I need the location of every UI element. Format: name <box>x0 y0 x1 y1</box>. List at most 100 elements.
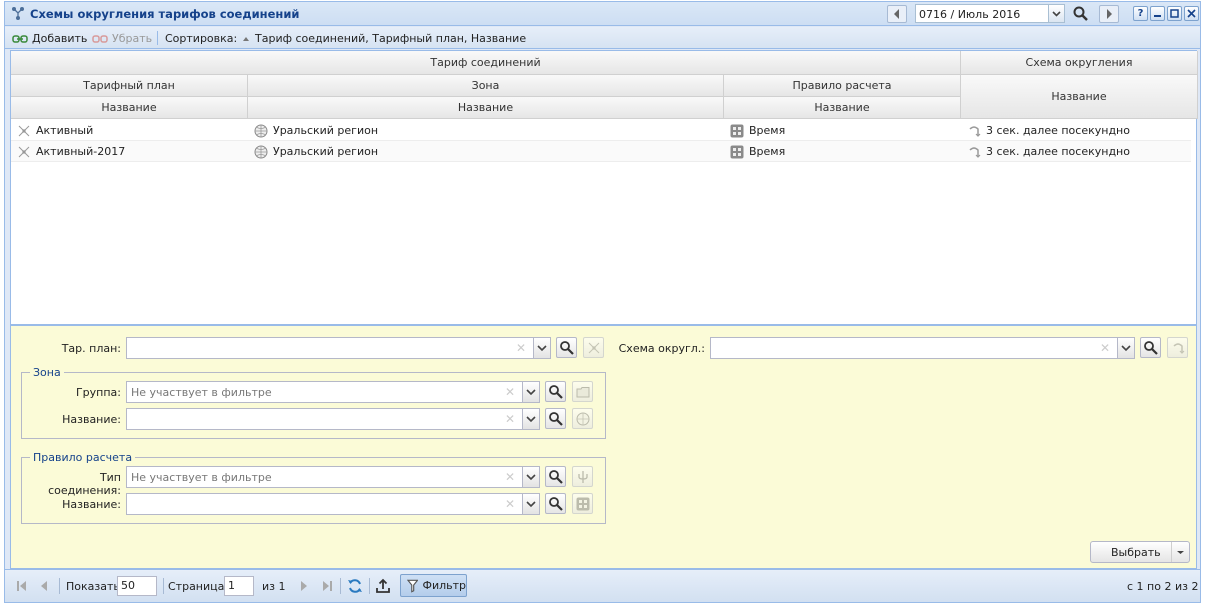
rule-type-search-button[interactable] <box>545 466 566 487</box>
next-page-icon[interactable] <box>298 580 310 592</box>
rule-type-open-button[interactable] <box>572 466 593 487</box>
tariff-plan-icon <box>588 342 599 353</box>
paging-divider <box>340 578 341 594</box>
cell-plan: Активный-2017 <box>11 141 125 162</box>
rule-name: Время <box>749 145 786 158</box>
export-icon[interactable] <box>375 578 391 594</box>
table-row[interactable]: Активный-2017 Уральский регион Время 3 с… <box>11 141 1191 162</box>
filter-toggle-button[interactable]: Фильтр <box>400 574 467 597</box>
zone-group-dropdown-trigger[interactable] <box>522 382 539 402</box>
sort-value-button[interactable]: Тариф соединений, Тарифный план, Названи… <box>241 32 526 45</box>
close-button[interactable] <box>1184 6 1199 21</box>
scheme-filter-label: Схема округл.: <box>618 342 705 355</box>
page-value: 1 <box>228 579 235 592</box>
scheme-open-button[interactable] <box>1167 337 1188 358</box>
arrow-right-icon <box>1107 9 1112 19</box>
link-remove-icon <box>92 34 108 43</box>
column-header-scheme-name[interactable]: Название <box>961 75 1198 119</box>
clear-icon[interactable]: ✕ <box>505 497 515 511</box>
sort-value: Тариф соединений, Тарифный план, Названи… <box>255 32 527 45</box>
select-button[interactable]: Выбрать <box>1090 541 1190 563</box>
header-plan: Тарифный план <box>11 75 248 97</box>
remove-label: Убрать <box>112 32 153 45</box>
period-combo[interactable]: 0716 / Июль 2016 <box>915 4 1065 23</box>
filter-toggle-label: Фильтр <box>422 579 466 592</box>
help-button[interactable]: ? <box>1133 6 1148 21</box>
page-size-input[interactable]: 50 <box>117 576 157 596</box>
plan-filter-label: Тар. план: <box>61 342 121 355</box>
period-value: 0716 / Июль 2016 <box>919 8 1021 21</box>
search-icon <box>548 411 563 426</box>
toolbar: Добавить Убрать Сортировка: Тариф соедин… <box>5 27 1200 49</box>
clear-icon[interactable]: ✕ <box>505 412 515 426</box>
rule-name-search-button[interactable] <box>545 493 566 514</box>
maximize-icon <box>1170 9 1179 18</box>
first-page-icon[interactable] <box>15 580 29 592</box>
header-rule: Правило расчета <box>724 75 961 97</box>
sort-label: Сортировка: <box>165 32 238 45</box>
page-input[interactable]: 1 <box>224 576 254 596</box>
plan-filter-combo[interactable]: ✕ <box>126 337 551 359</box>
column-header-zone-name[interactable]: Название <box>248 97 724 119</box>
zone-group-search-button[interactable] <box>545 381 566 402</box>
search-icon <box>548 496 563 511</box>
toolbar-divider <box>157 31 158 45</box>
plan-dropdown-trigger[interactable] <box>533 338 550 358</box>
zone-name-search-button[interactable] <box>545 408 566 429</box>
minimize-button[interactable] <box>1150 6 1165 21</box>
main-window: Схемы округления тарифов соединений 0716… <box>4 1 1201 603</box>
plan-search-button[interactable] <box>556 337 577 358</box>
maximize-button[interactable] <box>1167 6 1182 21</box>
zone-group-combo[interactable]: Не участвует в фильтре ✕ <box>126 381 540 403</box>
rule-name-open-button[interactable] <box>572 493 593 514</box>
cell-scheme: 3 сек. далее посекундно <box>961 141 1130 162</box>
refresh-icon[interactable] <box>347 578 363 594</box>
scheme-search-button[interactable] <box>1140 337 1161 358</box>
header-tariff-group: Тариф соединений <box>11 51 961 75</box>
zone-name-open-button[interactable] <box>572 408 593 429</box>
tariff-plan-icon <box>18 146 30 157</box>
cell-rule: Время <box>724 120 785 141</box>
link-add-icon <box>12 34 28 43</box>
last-page-icon[interactable] <box>320 580 334 592</box>
clear-icon[interactable]: ✕ <box>516 341 526 355</box>
search-icon <box>1073 6 1088 21</box>
rule-type-combo[interactable]: Не участвует в фильтре ✕ <box>126 466 540 488</box>
clear-icon[interactable]: ✕ <box>505 385 515 399</box>
close-icon <box>1187 9 1196 18</box>
chevron-down-icon <box>1121 345 1131 352</box>
period-prev-button[interactable] <box>887 5 907 23</box>
period-search-button[interactable] <box>1071 4 1091 23</box>
table-row[interactable]: Активный Уральский регион Время 3 сек. д… <box>11 120 1191 141</box>
chevron-down-icon <box>526 501 536 508</box>
plan-open-button[interactable] <box>583 337 604 358</box>
rounding-icon <box>969 125 981 137</box>
add-button[interactable]: Добавить <box>12 32 87 45</box>
filter-icon <box>407 579 419 593</box>
rule-name-combo[interactable]: ✕ <box>126 493 540 515</box>
rule-type-dropdown-trigger[interactable] <box>522 467 539 487</box>
cell-zone: Уральский регион <box>248 141 378 162</box>
column-header-plan-name[interactable]: Название <box>11 97 248 119</box>
scheme-filter-combo[interactable]: ✕ <box>710 337 1135 359</box>
prev-page-icon[interactable] <box>38 580 50 592</box>
rule-name-dropdown-trigger[interactable] <box>522 494 539 514</box>
zone-name-combo[interactable]: ✕ <box>126 408 540 430</box>
select-split-arrow[interactable] <box>1171 542 1189 562</box>
rule-type-label: Тип соединения: <box>48 471 121 497</box>
remove-button[interactable]: Убрать <box>92 32 152 45</box>
globe-icon <box>254 145 268 158</box>
clear-icon[interactable]: ✕ <box>505 470 515 484</box>
zone-group-open-button[interactable] <box>572 381 593 402</box>
calculator-icon <box>576 497 589 510</box>
select-button-label: Выбрать <box>1111 546 1161 559</box>
search-icon <box>1143 340 1158 355</box>
period-next-button[interactable] <box>1099 5 1119 23</box>
rule-name: Время <box>749 124 786 137</box>
column-header-rule-name[interactable]: Название <box>724 97 961 119</box>
period-dropdown-trigger[interactable] <box>1048 5 1064 22</box>
clear-icon[interactable]: ✕ <box>1100 341 1110 355</box>
scheme-name: 3 сек. далее посекундно <box>986 124 1130 137</box>
scheme-dropdown-trigger[interactable] <box>1117 338 1134 358</box>
zone-name-dropdown-trigger[interactable] <box>522 409 539 429</box>
